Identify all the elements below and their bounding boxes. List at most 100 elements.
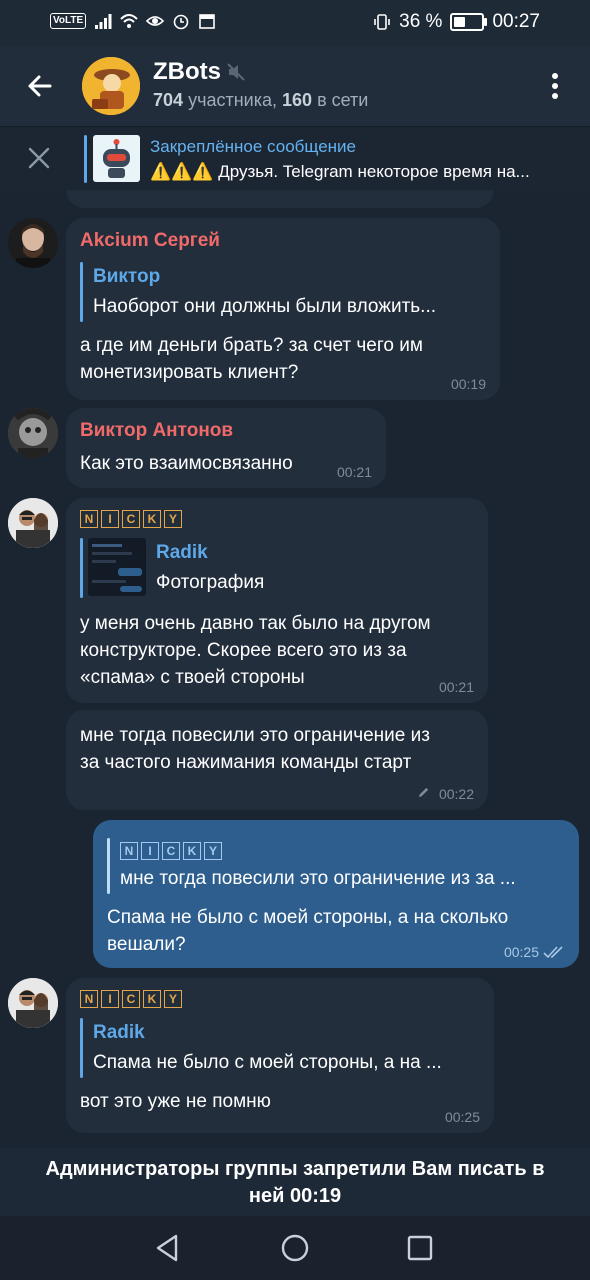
reply-author: Виктор bbox=[93, 266, 161, 287]
restriction-line-1: Администраторы группы запретили Вам писа… bbox=[45, 1158, 545, 1180]
clock: 00:27 bbox=[492, 11, 540, 32]
status-bar: VoLTE 36 % 00:27 bbox=[0, 0, 590, 46]
reply-author: Radik bbox=[93, 1022, 145, 1043]
reply-text: Наоборот они должны были вложить... bbox=[93, 296, 437, 317]
couple-photo-icon bbox=[8, 498, 58, 548]
sender-letter: K bbox=[143, 990, 161, 1008]
nav-recents-icon[interactable] bbox=[404, 1232, 436, 1264]
alarm-icon bbox=[173, 14, 189, 30]
more-menu-icon[interactable] bbox=[540, 70, 570, 102]
eye-icon bbox=[146, 16, 165, 26]
person-photo-icon bbox=[8, 408, 58, 458]
battery-fill bbox=[454, 17, 466, 27]
pinned-accent-bar bbox=[84, 135, 87, 183]
message-bubble[interactable]: мне тогда повесили это ограничение из за… bbox=[66, 710, 488, 810]
message-bubble-partial[interactable] bbox=[66, 190, 494, 208]
pinned-thumbnail bbox=[93, 135, 140, 182]
online-count: 160 bbox=[282, 90, 313, 110]
reply-quote[interactable]: N I C K Y мне тогда повесили это огранич… bbox=[107, 838, 565, 894]
online-label: в сети bbox=[317, 90, 369, 110]
close-icon[interactable] bbox=[26, 145, 52, 171]
message-bubble-outgoing[interactable]: N I C K Y мне тогда повесили это огранич… bbox=[93, 820, 579, 968]
message-time: 00:25 bbox=[503, 944, 539, 960]
message-text: у меня очень давно так было на другом ко… bbox=[80, 613, 431, 688]
sender-letter: Y bbox=[164, 510, 182, 528]
message-bubble[interactable]: Виктор Антонов Как это взаимосвязанно 00… bbox=[66, 408, 386, 488]
reply-text: Фотография bbox=[156, 572, 265, 593]
reply-author-letter: K bbox=[183, 842, 201, 860]
reply-author-letter: C bbox=[162, 842, 180, 860]
reply-text: мне тогда повесили это ограничение из за… bbox=[120, 868, 516, 889]
message-time: 00:21 bbox=[336, 464, 372, 480]
wifi-icon bbox=[120, 14, 138, 28]
bot-character-icon bbox=[82, 57, 140, 115]
group-subtitle: 704 участника, 160 в сети bbox=[153, 90, 368, 111]
sender-letter: I bbox=[101, 510, 119, 528]
sender-name[interactable]: N I C K Y bbox=[80, 510, 474, 528]
message-text: Как это взаимосвязанно bbox=[80, 453, 293, 474]
sender-letter: C bbox=[122, 510, 140, 528]
reply-author: Radik bbox=[156, 542, 208, 563]
message-bubble[interactable]: N I C K Y Radik Спама не было с моей сто… bbox=[66, 978, 494, 1133]
sender-name[interactable]: N I C K Y bbox=[80, 990, 480, 1008]
edited-pencil-icon bbox=[418, 787, 429, 798]
calendar-icon bbox=[199, 14, 215, 29]
message-time: 00:22 bbox=[438, 786, 474, 802]
reply-author-letter: N bbox=[120, 842, 138, 860]
nav-home-icon[interactable] bbox=[279, 1232, 311, 1264]
volte-indicator: VoLTE bbox=[50, 13, 87, 29]
members-count: 704 bbox=[153, 90, 184, 110]
message-time: 00:25 bbox=[444, 1109, 480, 1125]
sender-letter: N bbox=[80, 990, 98, 1008]
reply-author: N I C K Y bbox=[120, 838, 565, 864]
screenshot-thumbnail-icon bbox=[88, 538, 146, 596]
message-bubble[interactable]: Akcium Сергей Виктор Наоборот они должны… bbox=[66, 218, 500, 400]
couple-photo-icon bbox=[8, 978, 58, 1028]
message-text: а где им деньги брать? за счет чего им м… bbox=[80, 335, 423, 383]
message-list[interactable]: Akcium Сергей Виктор Наоборот они должны… bbox=[0, 190, 590, 1148]
pinned-title: Закреплённое сообщение bbox=[150, 137, 356, 156]
sender-letter: Y bbox=[164, 990, 182, 1008]
restriction-line-2: ней 00:19 bbox=[248, 1185, 342, 1207]
sender-name[interactable]: Akcium Сергей bbox=[80, 230, 486, 252]
person-photo-icon bbox=[8, 218, 58, 268]
robot-icon bbox=[103, 139, 130, 178]
reply-text: Спама не было с моей стороны, а на ... bbox=[93, 1052, 442, 1073]
reply-quote[interactable]: Виктор Наоборот они должны были вложить.… bbox=[80, 262, 486, 322]
battery-percent: 36 % bbox=[399, 11, 443, 32]
message-time: 00:19 bbox=[450, 376, 486, 392]
message-bubble[interactable]: N I C K Y Radik Фотография у меня очень … bbox=[66, 498, 488, 703]
group-title[interactable]: ZBots bbox=[153, 58, 221, 86]
write-restriction-notice: Администраторы группы запретили Вам писа… bbox=[0, 1148, 590, 1216]
sender-letter: N bbox=[80, 510, 98, 528]
vibrate-icon bbox=[374, 14, 390, 30]
read-checkmarks-icon bbox=[543, 946, 563, 959]
sender-letter: I bbox=[101, 990, 119, 1008]
message-time: 00:21 bbox=[438, 679, 474, 695]
pinned-message-bar[interactable]: Закреплённое сообщение ⚠️⚠️⚠️ Друзья. Te… bbox=[0, 126, 590, 191]
battery-icon bbox=[450, 13, 488, 31]
avatar-nicky[interactable] bbox=[8, 978, 58, 1028]
system-navigation-bar bbox=[0, 1216, 590, 1280]
sender-letter: K bbox=[143, 510, 161, 528]
message-text: Спама не было с моей стороны, а на сколь… bbox=[107, 907, 509, 955]
avatar-nicky[interactable] bbox=[8, 498, 58, 548]
avatar-viktor[interactable] bbox=[8, 408, 58, 458]
message-text: вот это уже не помню bbox=[80, 1091, 271, 1112]
group-avatar[interactable] bbox=[82, 57, 140, 115]
sender-letter: C bbox=[122, 990, 140, 1008]
back-arrow-icon[interactable] bbox=[22, 68, 58, 104]
avatar-akcium[interactable] bbox=[8, 218, 58, 268]
reply-quote[interactable]: Radik Спама не было с моей стороны, а на… bbox=[80, 1018, 480, 1078]
message-text: мне тогда повесили это ограничение из за… bbox=[80, 725, 430, 773]
muted-icon bbox=[227, 63, 245, 81]
reply-quote[interactable]: Radik Фотография bbox=[80, 538, 474, 598]
reply-author-letter: Y bbox=[204, 842, 222, 860]
chat-header: ZBots 704 участника, 160 в сети bbox=[0, 46, 590, 126]
pinned-text: ⚠️⚠️⚠️ Друзья. Telegram некоторое время … bbox=[150, 162, 530, 181]
reply-photo-thumbnail bbox=[88, 538, 146, 596]
reply-author-letter: I bbox=[141, 842, 159, 860]
nav-back-icon[interactable] bbox=[152, 1232, 184, 1264]
sender-name[interactable]: Виктор Антонов bbox=[80, 420, 372, 442]
signal-icon bbox=[95, 14, 112, 29]
